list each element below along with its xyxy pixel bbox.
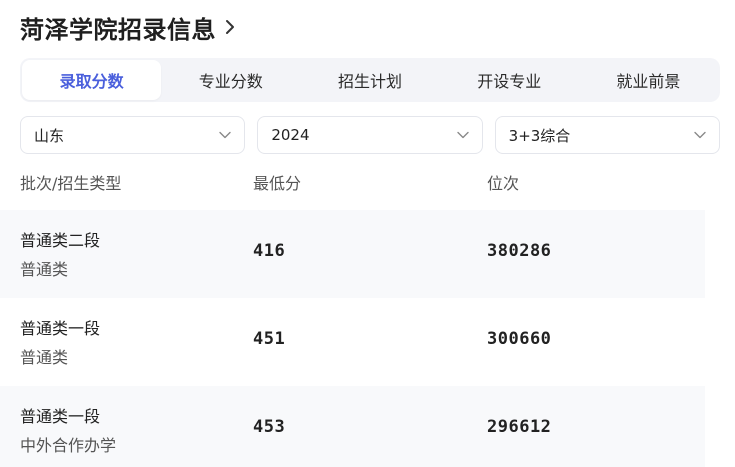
row-batch-name: 普通类二段 — [20, 231, 101, 250]
tab-major-scores[interactable]: 专业分数 — [161, 60, 300, 100]
row-batch-type: 中外合作办学 — [20, 436, 117, 455]
province-select[interactable]: 山东 — [20, 116, 246, 154]
filter-bar: 山东 2024 3+3综合 — [20, 116, 720, 154]
tab-career-prospects[interactable]: 就业前景 — [579, 60, 718, 100]
row-min-score: 453 — [253, 417, 286, 437]
row-rank: 380286 — [487, 241, 552, 261]
table-row[interactable]: 普通类二段 普通类 416 380286 — [0, 210, 705, 298]
table-row[interactable]: 普通类一段 中外合作办学 453 296612 — [0, 386, 705, 467]
row-batch-name: 普通类一段 — [20, 319, 101, 338]
subject-select[interactable]: 3+3综合 — [494, 116, 720, 154]
chevron-down-icon — [218, 128, 232, 142]
row-batch-cell: 普通类一段 普通类 — [20, 318, 100, 369]
column-header-rank: 位次 — [487, 174, 520, 193]
page: 菏泽学院招录信息 录取分数 专业分数 招生计划 开设专业 就业前景 山东 202… — [0, 0, 735, 467]
tab-admission-scores[interactable]: 录取分数 — [22, 60, 162, 100]
year-select-value: 2024 — [271, 126, 310, 144]
row-rank: 296612 — [487, 417, 552, 437]
chevron-down-icon — [693, 128, 707, 142]
page-header[interactable]: 菏泽学院招录信息 — [20, 8, 238, 46]
table-row[interactable]: 普通类一段 普通类 451 300660 — [0, 298, 705, 386]
tab-bar: 录取分数 专业分数 招生计划 开设专业 就业前景 — [20, 58, 720, 102]
row-min-score: 451 — [253, 329, 286, 349]
year-select[interactable]: 2024 — [257, 116, 483, 154]
row-batch-cell: 普通类二段 普通类 — [20, 230, 100, 281]
column-header-batch: 批次/招生类型 — [20, 174, 122, 193]
row-batch-type: 普通类 — [20, 260, 69, 279]
table-header: 批次/招生类型 最低分 位次 — [20, 170, 720, 202]
tab-majors-offered[interactable]: 开设专业 — [440, 60, 579, 100]
province-select-value: 山东 — [34, 126, 65, 145]
chevron-down-icon — [456, 128, 470, 142]
tab-enrollment-plan[interactable]: 招生计划 — [300, 60, 439, 100]
page-title: 菏泽学院招录信息 — [20, 15, 216, 44]
column-header-min-score: 最低分 — [253, 174, 302, 193]
row-batch-cell: 普通类一段 中外合作办学 — [20, 406, 116, 457]
row-min-score: 416 — [253, 241, 286, 261]
row-batch-name: 普通类一段 — [20, 407, 101, 426]
subject-select-value: 3+3综合 — [508, 126, 571, 145]
chevron-right-icon[interactable] — [224, 17, 238, 37]
row-rank: 300660 — [487, 329, 552, 349]
row-batch-type: 普通类 — [20, 348, 69, 367]
